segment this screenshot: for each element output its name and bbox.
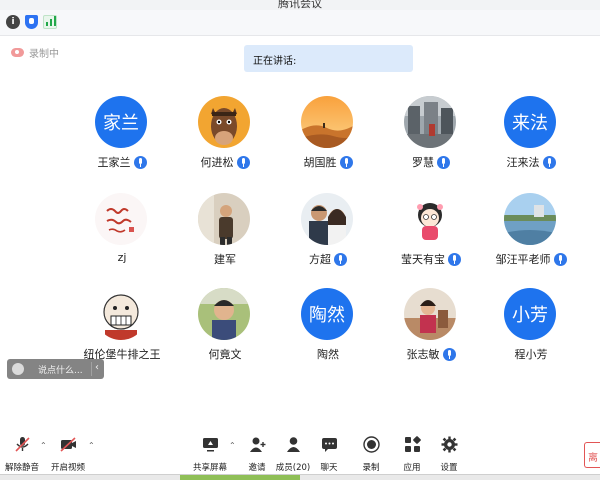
recording-label: 录制中: [29, 49, 59, 60]
shield-icon[interactable]: [25, 15, 38, 29]
participant-tile[interactable]: 来法 汪来法: [476, 96, 586, 176]
participant-name: 邹汪平老师: [495, 253, 551, 266]
collapse-chevron-icon[interactable]: ‹: [95, 362, 99, 373]
record-icon: [363, 436, 380, 453]
leave-meeting-button[interactable]: 离: [584, 442, 600, 468]
chat-placeholder: 说点什么...: [38, 366, 83, 376]
settings-label: 设置: [440, 463, 458, 473]
emoji-icon[interactable]: [12, 363, 24, 375]
participant-name: 陶然: [317, 348, 339, 361]
divider: [91, 362, 92, 376]
recording-indicator[interactable]: 录制中: [11, 45, 59, 60]
avatar: [198, 96, 250, 148]
add-user-icon: [250, 437, 266, 452]
avatar: 家兰: [95, 96, 147, 148]
avatar: 来法: [504, 96, 556, 148]
meeting-toolbar: 解除静音 ⌃ 开启视频 ⌃ 共享屏幕 ⌃ 邀请 成员(20) 聊天 录制 应用 …: [0, 434, 600, 474]
gear-icon: [441, 436, 458, 453]
participant-tile[interactable]: 建军: [170, 193, 280, 273]
participant-tile[interactable]: 方超: [273, 193, 383, 273]
participant-tile[interactable]: 家兰 王家兰: [67, 96, 177, 176]
taskbar: [0, 474, 600, 480]
avatar: [95, 193, 147, 245]
participant-tile[interactable]: 张志敏: [376, 288, 486, 368]
avatar: [301, 96, 353, 148]
participant-tile[interactable]: zj: [67, 193, 177, 273]
speaking-banner: 正在讲话:: [244, 45, 413, 72]
mic-icon: [448, 252, 461, 266]
mic-icon: [437, 155, 450, 169]
status-icon-bar: i: [0, 10, 600, 36]
chat-quick-input[interactable]: 说点什么... ‹: [7, 359, 104, 379]
participant-name: 王家兰: [97, 156, 131, 169]
screen-share-icon: [203, 438, 218, 452]
mic-icon: [133, 155, 147, 169]
title-bar: 腾讯会议: [0, 0, 600, 10]
avatar: [404, 193, 456, 245]
start-video-button[interactable]: 开启视频: [48, 436, 88, 474]
participant-tile[interactable]: 何进松: [170, 96, 280, 176]
chat-bubble-icon: [322, 438, 337, 452]
avatar: [504, 193, 556, 245]
share-options-chevron-icon[interactable]: ⌃: [229, 441, 236, 450]
signal-icon[interactable]: [43, 15, 57, 29]
leave-label: 离: [588, 453, 598, 464]
audio-options-chevron-icon[interactable]: ⌃: [40, 441, 47, 450]
participant-tile[interactable]: 陶然 陶然: [273, 288, 383, 368]
participant-tile[interactable]: 胡国胜: [273, 96, 383, 176]
unmute-button[interactable]: 解除静音: [2, 436, 42, 474]
participant-tile[interactable]: 纽伦堡牛排之王: [67, 288, 177, 368]
avatar: [301, 193, 353, 245]
participant-name: 胡国胜: [303, 156, 337, 169]
avatar: 陶然: [301, 288, 353, 340]
participant-tile[interactable]: 何竟文: [170, 288, 280, 368]
mic-icon: [236, 155, 250, 169]
mic-icon: [442, 347, 456, 361]
muted-mic-icon: [15, 437, 30, 452]
participant-name: zj: [117, 251, 127, 264]
video-options-chevron-icon[interactable]: ⌃: [88, 441, 95, 450]
mic-icon: [339, 155, 353, 169]
video-off-icon: [60, 437, 76, 452]
mic-icon: [542, 155, 556, 169]
avatar: [198, 193, 250, 245]
participant-name: 何竟文: [208, 348, 242, 361]
cloud-record-icon: [11, 48, 24, 57]
apps-grid-icon: [405, 436, 421, 452]
members-icon: [287, 437, 300, 452]
participant-name: 何进松: [200, 156, 234, 169]
avatar: [198, 288, 250, 340]
participant-name: 建军: [214, 253, 236, 266]
share-screen-button[interactable]: 共享屏幕: [190, 436, 230, 474]
info-icon[interactable]: i: [6, 15, 20, 29]
avatar: [95, 288, 147, 340]
participant-name: 方超: [309, 253, 331, 266]
avatar: 小芳: [504, 288, 556, 340]
avatar: [404, 288, 456, 340]
participant-tile[interactable]: 莹天有宝: [376, 193, 486, 273]
start-video-label: 开启视频: [50, 463, 85, 473]
speaking-label: 正在讲话:: [253, 56, 297, 67]
participant-tile[interactable]: 罗慧: [376, 96, 486, 176]
settings-button[interactable]: 设置: [429, 436, 469, 474]
participant-name: 罗慧: [412, 156, 434, 169]
participant-tile[interactable]: 小芳 程小芳: [476, 288, 586, 368]
mic-icon: [553, 252, 567, 266]
participant-name: 张志敏: [406, 348, 440, 361]
participant-name: 程小芳: [514, 348, 548, 361]
mic-icon: [334, 252, 347, 266]
participant-tile[interactable]: 邹汪平老师: [476, 193, 586, 273]
taskbar-item[interactable]: [180, 475, 300, 480]
participant-name: 莹天有宝: [401, 253, 445, 266]
participant-name: 汪来法: [506, 156, 540, 169]
avatar: [404, 96, 456, 148]
